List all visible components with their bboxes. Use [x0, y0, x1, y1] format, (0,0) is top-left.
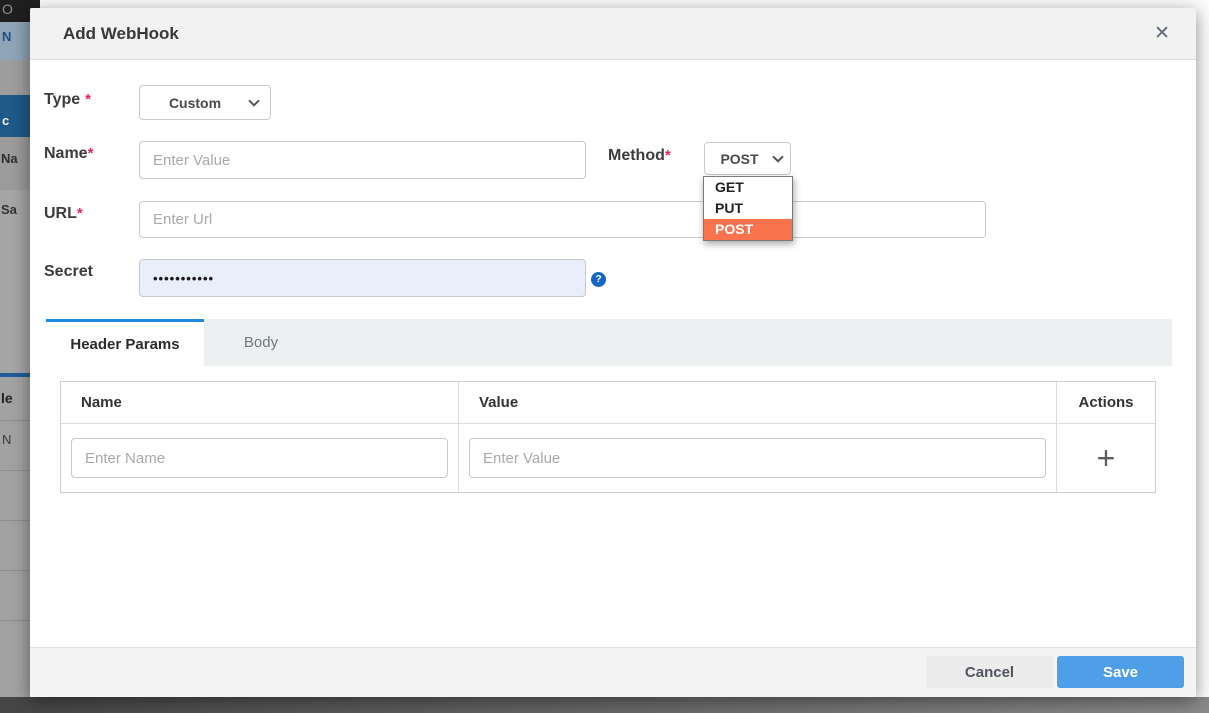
background-fragment: Na — [1, 151, 18, 166]
dialog-header: Add WebHook ✕ — [30, 8, 1196, 60]
param-name-input[interactable] — [71, 438, 448, 478]
screen: O N c Na Sa le N Add WebHook ✕ Type* Cus… — [0, 0, 1209, 713]
background-row-divider — [0, 470, 30, 471]
column-header-value: Value — [458, 382, 1056, 423]
background-row-divider — [0, 620, 30, 621]
background-nav-strip: N — [0, 22, 30, 60]
url-input[interactable] — [139, 201, 986, 238]
column-header-actions: Actions — [1056, 382, 1155, 423]
type-select[interactable]: Custom — [139, 85, 271, 120]
secret-label: Secret — [44, 263, 93, 281]
background-fragment: N — [2, 432, 11, 447]
method-select-value: POST — [705, 151, 774, 167]
background-blue-block: c — [0, 95, 30, 137]
method-option-put[interactable]: PUT — [704, 198, 792, 219]
add-webhook-dialog: Add WebHook ✕ Type* Custom Name* Method*… — [30, 8, 1196, 697]
background-strip: le N — [0, 377, 30, 697]
background-fragment: O — [2, 1, 13, 17]
close-icon[interactable]: ✕ — [1148, 8, 1176, 60]
method-dropdown-list: GET PUT POST — [703, 176, 793, 241]
dialog-footer: Cancel Save — [30, 647, 1196, 697]
required-asterisk: * — [665, 147, 671, 164]
name-label: Name* — [44, 145, 93, 163]
background-fragment: c — [2, 113, 9, 128]
table-row: + — [61, 424, 1155, 492]
tab-body[interactable]: Body — [204, 319, 318, 366]
background-row-divider — [0, 570, 30, 571]
method-option-get[interactable]: GET — [704, 177, 792, 198]
background-fragment: N — [2, 29, 11, 44]
tab-header-params[interactable]: Header Params — [46, 319, 204, 366]
type-label: Type* — [44, 91, 91, 109]
chevron-down-icon — [772, 151, 783, 162]
param-value-cell — [458, 424, 1056, 492]
name-input[interactable] — [139, 141, 586, 179]
add-row-icon[interactable]: + — [1097, 442, 1116, 474]
background-bottom-bar — [0, 697, 1209, 713]
method-select[interactable]: POST — [704, 142, 791, 175]
param-actions-cell: + — [1056, 424, 1155, 492]
required-asterisk: * — [85, 91, 91, 108]
param-value-input[interactable] — [469, 438, 1046, 478]
dialog-title: Add WebHook — [63, 8, 179, 60]
type-select-value: Custom — [140, 95, 250, 111]
background-row-divider — [0, 420, 30, 421]
secret-input[interactable] — [139, 259, 586, 297]
method-label: Method* — [608, 147, 671, 165]
required-asterisk: * — [77, 205, 83, 222]
save-button[interactable]: Save — [1057, 656, 1184, 688]
table-header-row: Name Value Actions — [61, 382, 1155, 424]
header-params-table: Name Value Actions + — [60, 381, 1156, 493]
background-strip: Sa — [0, 190, 30, 373]
background-row-divider — [0, 520, 30, 521]
url-label: URL* — [44, 205, 83, 223]
cancel-button[interactable]: Cancel — [926, 656, 1053, 688]
required-asterisk: * — [88, 145, 94, 162]
background-fragment: Sa — [1, 202, 17, 217]
column-header-name: Name — [61, 382, 458, 423]
method-option-post[interactable]: POST — [704, 219, 792, 240]
chevron-down-icon — [248, 95, 259, 106]
background-strip: Na — [0, 137, 30, 190]
param-name-cell — [61, 424, 458, 492]
background-strip — [0, 60, 30, 95]
help-icon[interactable]: ? — [591, 272, 606, 287]
background-fragment: le — [1, 390, 13, 406]
tab-bar: Header Params Body — [46, 319, 1172, 366]
